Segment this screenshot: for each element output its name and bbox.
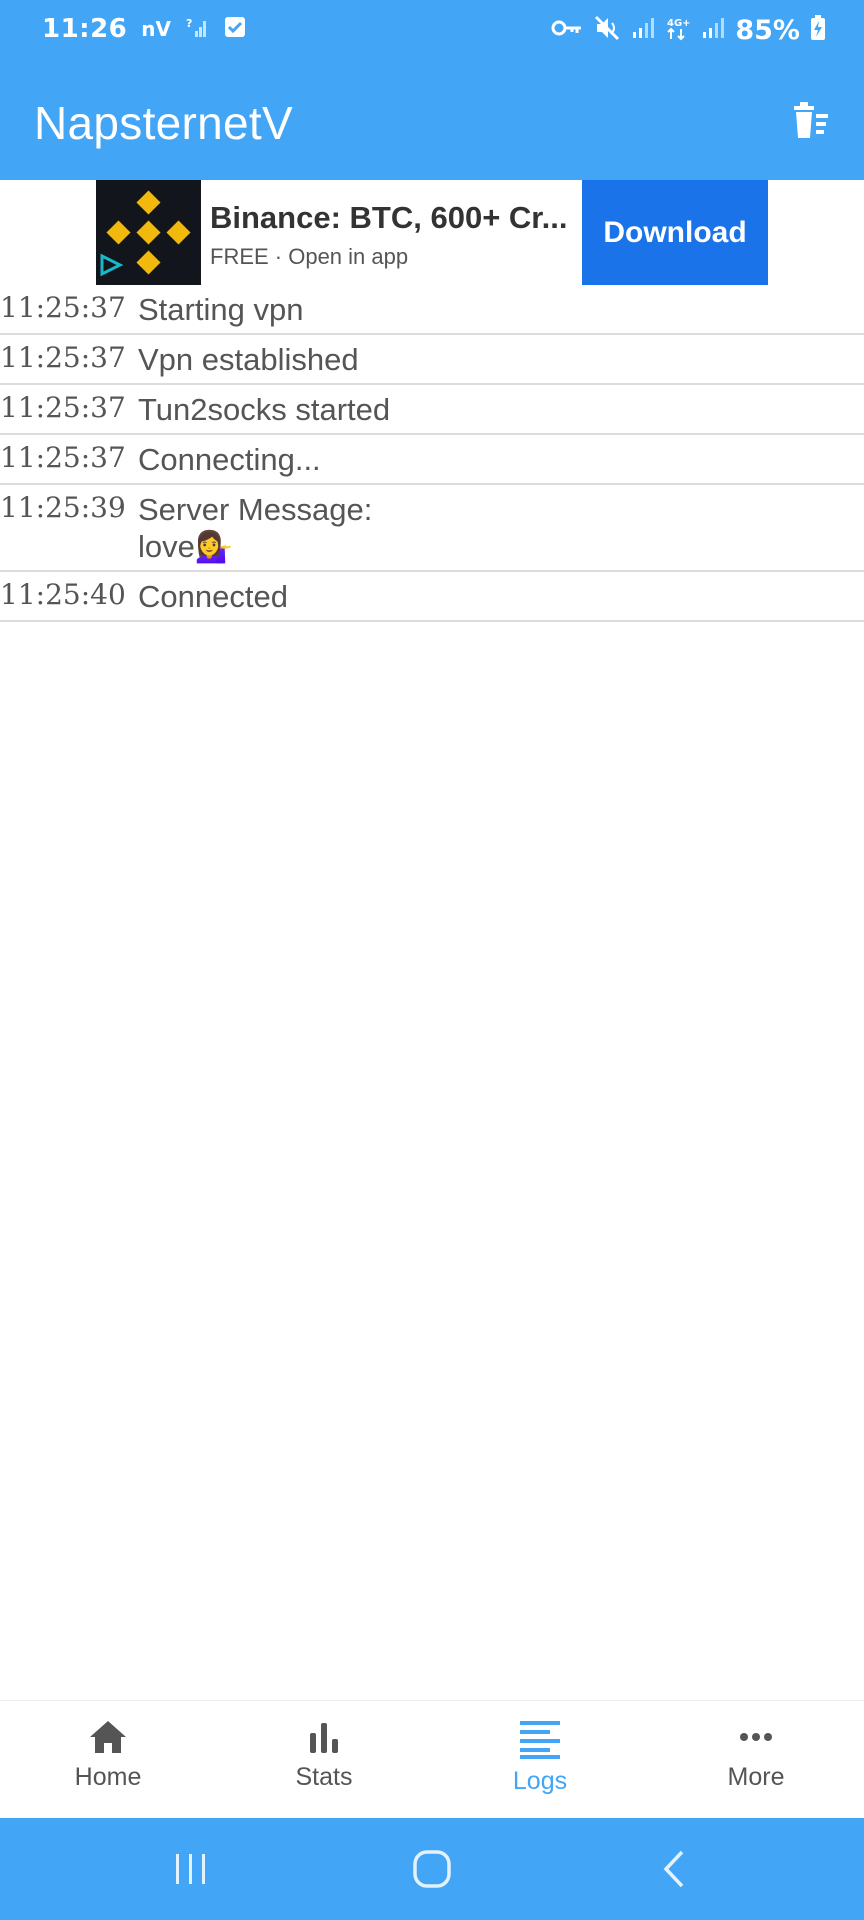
delete-sweep-icon[interactable] (786, 98, 834, 146)
recents-icon[interactable] (168, 1846, 214, 1892)
log-message: Vpn established (138, 342, 359, 377)
log-time: 11:25:39 (0, 491, 126, 524)
log-time: 11:25:37 (0, 341, 126, 374)
back-icon[interactable] (652, 1846, 698, 1892)
log-time: 11:25:40 (0, 578, 126, 611)
ad-banner[interactable]: Binance: BTC, 600+ Cr... FREE · Open in … (96, 180, 768, 285)
log-row: 11:25:37 Connecting... (0, 435, 864, 485)
battery-percent: 85% (735, 15, 800, 46)
nav-home-label: Home (74, 1763, 142, 1791)
home-button-icon[interactable] (409, 1846, 455, 1892)
log-message: Connected (138, 579, 288, 614)
log-time: 11:25:37 (0, 441, 126, 474)
more-icon (740, 1733, 772, 1741)
log-message: Tun2socks started (138, 392, 391, 427)
svg-text:?: ? (186, 17, 192, 30)
nav-more-label: More (727, 1763, 785, 1791)
nav-logs[interactable]: Logs (432, 1701, 648, 1818)
signal-question-icon: ? (185, 15, 209, 44)
vpn-key-icon (551, 16, 583, 45)
nav-home[interactable]: Home (0, 1701, 216, 1818)
mute-icon (593, 14, 621, 47)
log-message: Starting vpn (138, 292, 304, 327)
nav-stats[interactable]: Stats (216, 1701, 432, 1818)
log-list[interactable]: 11:25:37 Starting vpn 11:25:37 Vpn estab… (0, 285, 864, 622)
log-message-line2: love💁‍♀️ (138, 529, 234, 564)
log-row: 11:25:40 Connected (0, 572, 864, 622)
status-bar: 11:26 nV ? 4G+ 85% (0, 0, 864, 66)
nav-more[interactable]: More (648, 1701, 864, 1818)
status-time: 11:26 (42, 14, 128, 44)
nav-stats-label: Stats (295, 1763, 353, 1791)
log-row: 11:25:37 Tun2socks started (0, 385, 864, 435)
top-area: 11:26 nV ? 4G+ 85% NapsternetV (0, 0, 864, 180)
log-message: Server Message: (138, 492, 373, 527)
home-icon (90, 1721, 126, 1753)
adchoices-icon[interactable] (98, 252, 124, 283)
log-time: 11:25:37 (0, 391, 126, 424)
battery-charging-icon (810, 15, 826, 46)
app-title: NapsternetV (34, 97, 293, 149)
bar-chart-icon (310, 1723, 338, 1753)
log-row: 11:25:37 Starting vpn (0, 285, 864, 335)
binance-logo[interactable] (96, 180, 201, 285)
check-box-icon (223, 15, 247, 44)
signal-icon (631, 16, 655, 45)
bottom-nav: Home Stats Logs More (0, 1700, 864, 1818)
4g-icon: 4G+ (665, 15, 691, 46)
log-message: Connecting... (138, 442, 321, 477)
status-carrier: nV (141, 17, 171, 41)
signal-icon (701, 16, 725, 45)
app-bar: NapsternetV (0, 66, 864, 180)
log-row: 11:25:37 Vpn established (0, 335, 864, 385)
ad-subtitle: FREE · Open in app (210, 244, 409, 269)
ad-title[interactable]: Binance: BTC, 600+ Cr... (210, 200, 567, 236)
log-message-multiline: Server Message: love💁‍♀️ (138, 491, 372, 565)
ad-download-button[interactable]: Download (582, 180, 768, 285)
logs-icon (520, 1721, 560, 1759)
svg-text:4G+: 4G+ (667, 18, 691, 29)
log-row: 11:25:39 Server Message: love💁‍♀️ (0, 485, 864, 572)
system-nav-bar (0, 1818, 864, 1920)
nav-logs-label: Logs (512, 1767, 568, 1795)
log-time: 11:25:37 (0, 291, 126, 324)
